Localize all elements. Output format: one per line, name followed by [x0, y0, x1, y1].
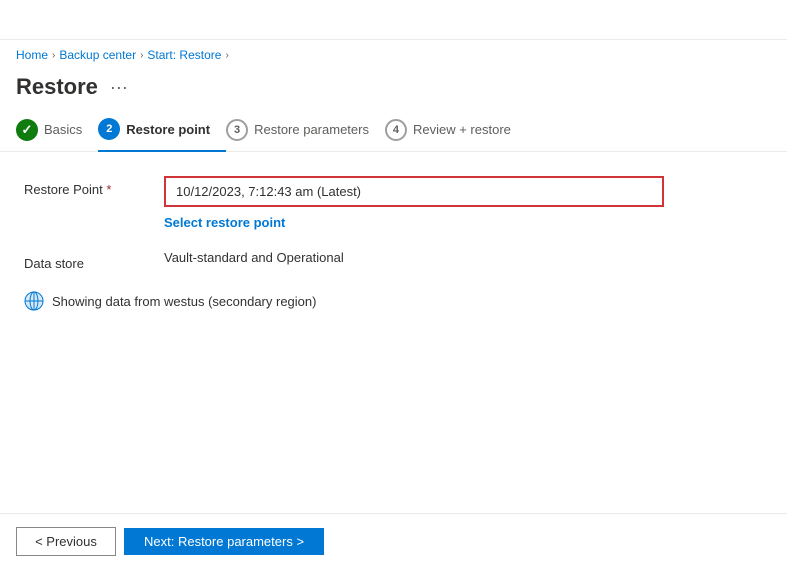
previous-button[interactable]: < Previous: [16, 527, 116, 556]
restore-point-label: Restore Point *: [24, 176, 164, 197]
more-options-icon[interactable]: ···: [106, 75, 132, 100]
breadcrumb-chevron-3: ›: [225, 50, 228, 61]
breadcrumb-backup-center[interactable]: Backup center: [59, 48, 136, 62]
steps-bar: Basics 2 Restore point 3 Restore paramet…: [0, 108, 787, 152]
step-restore-point-circle: 2: [98, 118, 120, 140]
step-restore-parameters[interactable]: 3 Restore parameters: [226, 109, 385, 151]
required-indicator: *: [106, 182, 111, 197]
step-review-restore-circle: 4: [385, 119, 407, 141]
data-store-value: Vault-standard and Operational: [164, 244, 344, 265]
page-header: Restore ···: [0, 62, 787, 108]
breadcrumb-chevron-2: ›: [140, 50, 143, 61]
data-store-label: Data store: [24, 250, 164, 271]
data-store-control: Vault-standard and Operational: [164, 250, 763, 265]
select-restore-point-link[interactable]: Select restore point: [164, 211, 285, 234]
breadcrumb-chevron-1: ›: [52, 50, 55, 61]
top-bar: [0, 0, 787, 40]
globe-icon: [24, 291, 44, 311]
action-bar: < Previous Next: Restore parameters >: [0, 513, 787, 569]
restore-point-value-box: 10/12/2023, 7:12:43 am (Latest): [164, 176, 664, 207]
info-text: Showing data from westus (secondary regi…: [52, 294, 316, 309]
step-restore-point-label: Restore point: [126, 122, 210, 137]
breadcrumb-home[interactable]: Home: [16, 48, 48, 62]
step-basics-circle: [16, 119, 38, 141]
breadcrumb-start-restore[interactable]: Start: Restore: [147, 48, 221, 62]
step-restore-parameters-circle: 3: [226, 119, 248, 141]
next-button[interactable]: Next: Restore parameters >: [124, 528, 324, 555]
content-area: Restore Point * 10/12/2023, 7:12:43 am (…: [0, 152, 787, 311]
step-basics-label: Basics: [44, 122, 82, 137]
step-review-restore-label: Review + restore: [413, 122, 511, 137]
step-restore-parameters-label: Restore parameters: [254, 122, 369, 137]
data-store-row: Data store Vault-standard and Operationa…: [24, 250, 763, 271]
page-title: Restore: [16, 74, 98, 100]
step-review-restore[interactable]: 4 Review + restore: [385, 109, 527, 151]
step-basics[interactable]: Basics: [16, 109, 98, 151]
restore-point-control: 10/12/2023, 7:12:43 am (Latest) Select r…: [164, 176, 763, 234]
step-restore-point[interactable]: 2 Restore point: [98, 108, 226, 152]
restore-point-row: Restore Point * 10/12/2023, 7:12:43 am (…: [24, 176, 763, 234]
info-row: Showing data from westus (secondary regi…: [24, 291, 763, 311]
breadcrumb: Home › Backup center › Start: Restore ›: [0, 40, 787, 62]
